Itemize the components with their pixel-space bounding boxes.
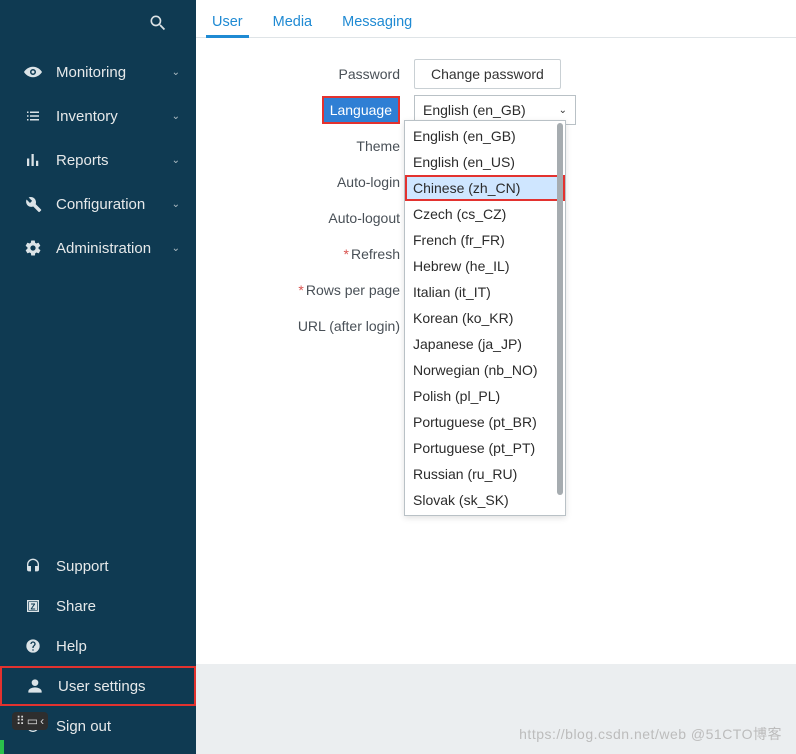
language-option[interactable]: Hebrew (he_IL) — [405, 253, 565, 279]
tab-messaging[interactable]: Messaging — [336, 6, 418, 37]
sidebar-item-label: Inventory — [56, 108, 172, 125]
grip-icon: ⠿ — [16, 714, 25, 728]
form-card: Password Change password Language Englis… — [196, 38, 796, 664]
language-select-value: English (en_GB) — [423, 102, 526, 118]
sidebar-item-label: Configuration — [56, 196, 172, 213]
search-bar[interactable] — [0, 0, 196, 50]
list-icon — [22, 107, 44, 125]
gear-icon — [22, 239, 44, 257]
sidebar-item-label: Monitoring — [56, 64, 172, 81]
sidebar-item-label: Support — [56, 558, 109, 575]
language-option[interactable]: French (fr_FR) — [405, 227, 565, 253]
tab-label: User — [212, 14, 243, 30]
share-icon: Z — [22, 598, 44, 614]
sidebar-item-label: Sign out — [56, 718, 111, 735]
sidebar-item-configuration[interactable]: Configuration ⌄ — [0, 182, 196, 226]
theme-label: Theme — [220, 138, 414, 154]
language-option[interactable]: Korean (ko_KR) — [405, 305, 565, 331]
language-option[interactable]: Portuguese (pt_BR) — [405, 409, 565, 435]
chevron-down-icon: ⌄ — [172, 67, 180, 78]
language-option[interactable]: Norwegian (nb_NO) — [405, 357, 565, 383]
bar-chart-icon — [22, 151, 44, 169]
language-option[interactable]: English (en_US) — [405, 149, 565, 175]
sidebar-item-label: Share — [56, 598, 96, 615]
chat-icon: ▭ — [27, 714, 38, 728]
language-option[interactable]: Polish (pl_PL) — [405, 383, 565, 409]
main-content: User Media Messaging Password Change pas… — [196, 0, 796, 754]
headset-icon — [22, 558, 44, 574]
language-label-wrap: Language — [220, 96, 414, 124]
chevron-down-icon: ⌄ — [172, 199, 180, 210]
password-label: Password — [220, 66, 414, 82]
tab-label: Messaging — [342, 14, 412, 30]
chevron-down-icon: ⌄ — [559, 105, 567, 116]
language-dropdown: English (en_GB)English (en_US)Chinese (z… — [404, 120, 566, 516]
tab-bar: User Media Messaging — [196, 0, 796, 38]
sidebar-item-support[interactable]: Support — [0, 546, 196, 586]
tab-user[interactable]: User — [206, 6, 249, 37]
sidebar-item-label: Help — [56, 638, 87, 655]
search-icon — [148, 13, 168, 38]
language-option[interactable]: Japanese (ja_JP) — [405, 331, 565, 357]
sidebar-item-reports[interactable]: Reports ⌄ — [0, 138, 196, 182]
language-option[interactable]: Chinese (zh_CN) — [405, 175, 565, 201]
help-icon — [22, 638, 44, 654]
language-option[interactable]: Czech (cs_CZ) — [405, 201, 565, 227]
chevron-down-icon: ⌄ — [172, 111, 180, 122]
chevron-down-icon: ⌄ — [172, 243, 180, 254]
sidebar-item-help[interactable]: Help — [0, 626, 196, 666]
sidebar-item-label: Reports — [56, 152, 172, 169]
sidebar: Monitoring ⌄ Inventory ⌄ Reports ⌄ Confi… — [0, 0, 196, 754]
url-label: URL (after login) — [220, 318, 414, 334]
sidebar-item-administration[interactable]: Administration ⌄ — [0, 226, 196, 270]
user-icon — [24, 678, 46, 694]
sidebar-item-user-settings[interactable]: User settings — [0, 666, 196, 706]
status-indicator — [0, 740, 4, 754]
language-option[interactable]: Italian (it_IT) — [405, 279, 565, 305]
sidebar-item-inventory[interactable]: Inventory ⌄ — [0, 94, 196, 138]
sidebar-item-label: User settings — [58, 678, 146, 695]
rows-label: *Rows per page — [220, 282, 414, 298]
wrench-icon — [22, 195, 44, 213]
language-option[interactable]: Portuguese (pt_PT) — [405, 435, 565, 461]
sidebar-item-label: Administration — [56, 240, 172, 257]
language-option[interactable]: English (en_GB) — [405, 123, 565, 149]
sidebar-item-share[interactable]: Z Share — [0, 586, 196, 626]
tab-media[interactable]: Media — [267, 6, 319, 37]
sidebar-item-monitoring[interactable]: Monitoring ⌄ — [0, 50, 196, 94]
chevron-left-icon: ‹ — [40, 714, 44, 728]
refresh-label: *Refresh — [220, 246, 414, 262]
eye-icon — [22, 63, 44, 81]
svg-text:Z: Z — [31, 602, 36, 611]
language-label: Language — [322, 96, 400, 124]
tab-label: Media — [273, 14, 313, 30]
collapse-control[interactable]: ⠿ ▭ ‹ — [12, 712, 48, 730]
language-option[interactable]: Russian (ru_RU) — [405, 461, 565, 487]
language-option[interactable]: Slovak (sk_SK) — [405, 487, 565, 513]
autologout-label: Auto-logout — [220, 210, 414, 226]
autologin-label: Auto-login — [220, 174, 414, 190]
chevron-down-icon: ⌄ — [172, 155, 180, 166]
change-password-button[interactable]: Change password — [414, 59, 561, 89]
